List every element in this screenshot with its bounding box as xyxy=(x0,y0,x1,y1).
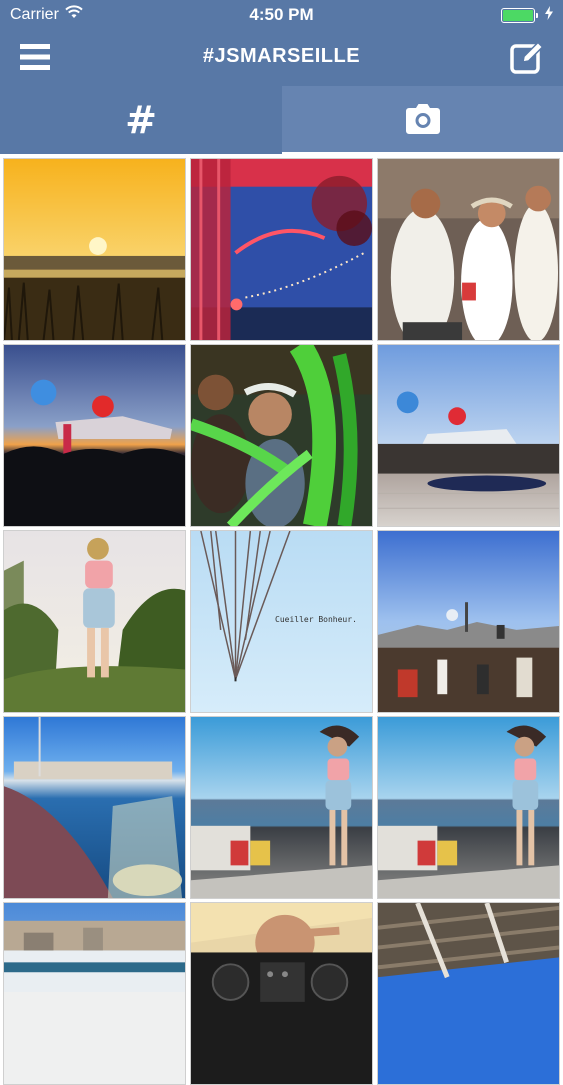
photo-tile[interactable] xyxy=(3,902,186,1085)
photo-tile[interactable] xyxy=(190,344,373,527)
tab-hashtag[interactable]: # xyxy=(0,86,282,154)
photo-tile[interactable] xyxy=(3,158,186,341)
photo-tile[interactable]: Cueiller Bonheur. xyxy=(190,530,373,713)
navigation-bar: #JSMARSEILLE xyxy=(0,30,563,86)
compose-button[interactable] xyxy=(509,40,545,76)
photo-tile[interactable] xyxy=(377,902,560,1085)
photo-tile[interactable] xyxy=(190,902,373,1085)
photo-tile[interactable] xyxy=(190,716,373,899)
photo-tile[interactable] xyxy=(190,158,373,341)
photo-tile[interactable] xyxy=(3,530,186,713)
photo-tile[interactable] xyxy=(3,716,186,899)
status-time: 4:50 PM xyxy=(249,5,314,24)
page-title: #JSMARSEILLE xyxy=(202,45,361,67)
status-bar: Carrier 4:50 PM xyxy=(0,0,563,30)
hashtag-icon: # xyxy=(125,98,157,142)
tab-bar: # xyxy=(0,86,563,154)
camera-icon xyxy=(405,104,440,134)
battery-group xyxy=(501,6,553,25)
battery-icon xyxy=(501,8,538,23)
photo-tile[interactable] xyxy=(3,344,186,527)
photo-tile[interactable] xyxy=(377,158,560,341)
compose-icon xyxy=(510,41,544,74)
photo-tile[interactable] xyxy=(377,530,560,713)
photo-caption: Cueiller Bonheur. xyxy=(275,615,357,624)
photo-tile[interactable] xyxy=(377,344,560,527)
charging-bolt-icon xyxy=(545,6,553,25)
photo-tile[interactable] xyxy=(377,716,560,899)
photo-grid: Cueiller Bonheur. xyxy=(3,158,560,1085)
tab-camera[interactable] xyxy=(282,86,563,152)
